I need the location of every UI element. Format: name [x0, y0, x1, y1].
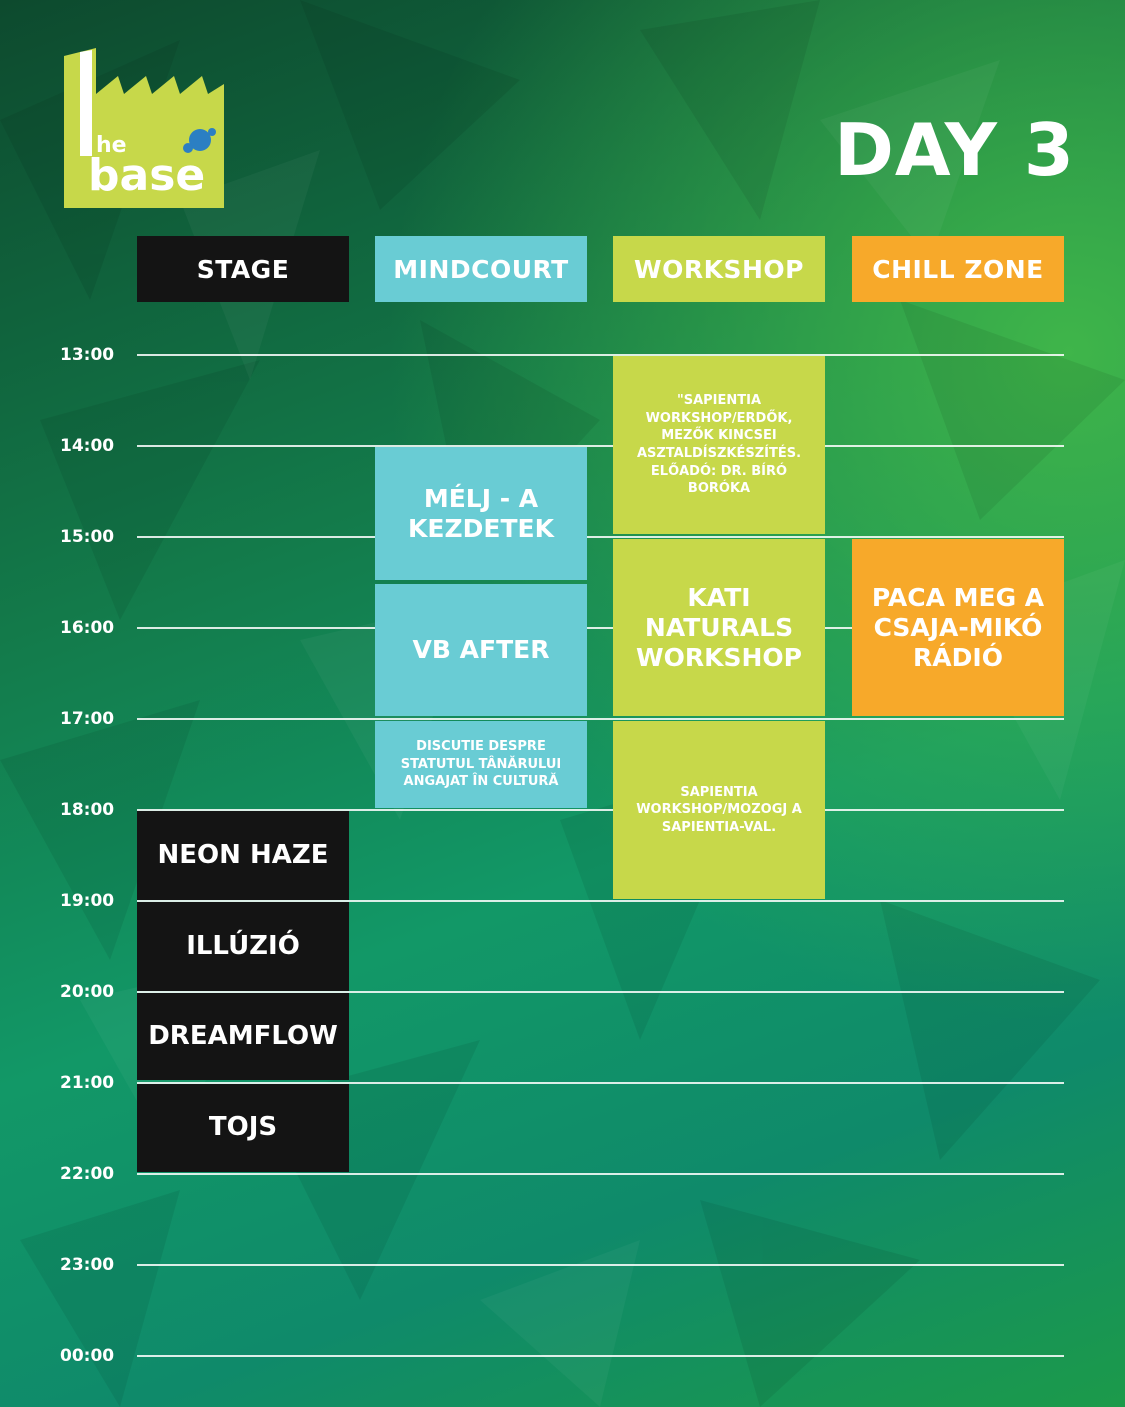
the-base-logo: he base	[64, 48, 224, 208]
event-mindcourt-vb-after[interactable]: VB AFTER	[375, 584, 587, 716]
time-label: 21:00	[60, 1073, 115, 1093]
svg-text:base: base	[88, 150, 205, 201]
event-mindcourt-discutie[interactable]: DISCUTIE DESPRE STATUTUL TÂNĂRULUI ANGAJ…	[375, 721, 587, 808]
gridline	[137, 1264, 1064, 1266]
column-header-stage: STAGE	[137, 236, 349, 302]
gridline	[137, 445, 1064, 447]
gridline	[137, 718, 1064, 720]
time-label: 19:00	[60, 891, 115, 911]
column-header-chill-zone: CHILL ZONE	[852, 236, 1064, 302]
event-stage-illuzio[interactable]: ILLÚZIÓ	[137, 902, 349, 991]
gridline	[137, 1173, 1064, 1175]
day-title: DAY 3	[834, 108, 1075, 192]
event-stage-neon-haze[interactable]: NEON HAZE	[137, 811, 349, 900]
time-label: 00:00	[60, 1346, 115, 1366]
time-label: 23:00	[60, 1255, 115, 1275]
time-label: 18:00	[60, 800, 115, 820]
time-label: 17:00	[60, 709, 115, 729]
time-label: 14:00	[60, 436, 115, 456]
time-label: 20:00	[60, 982, 115, 1002]
column-header-mindcourt: MINDCOURT	[375, 236, 587, 302]
event-mindcourt-melj[interactable]: MÉLJ - A KEZDETEK	[375, 447, 587, 580]
gridline	[137, 536, 1064, 538]
gridline	[137, 354, 1064, 356]
time-label: 22:00	[60, 1164, 115, 1184]
event-stage-dreamflow[interactable]: DREAMFLOW	[137, 993, 349, 1080]
column-header-workshop: WORKSHOP	[613, 236, 825, 302]
event-workshop-sapientia-erdok[interactable]: "SAPIENTIA WORKSHOP/ERDŐK, MEZŐK KINCSEI…	[613, 356, 825, 534]
time-label: 16:00	[60, 618, 115, 638]
event-workshop-kati-naturals[interactable]: KATI NATURALS WORKSHOP	[613, 539, 825, 716]
event-stage-tojs[interactable]: TOJS	[137, 1084, 349, 1172]
event-workshop-sapientia-mozogj[interactable]: SAPIENTIA WORKSHOP/MOZOGJ A SAPIENTIA-VA…	[613, 721, 825, 899]
time-label: 13:00	[60, 345, 115, 365]
gridline	[137, 1355, 1064, 1357]
time-label: 15:00	[60, 527, 115, 547]
event-chill-paca[interactable]: PACA MEG A CSAJA-MIKÓ RÁDIÓ	[852, 539, 1064, 716]
